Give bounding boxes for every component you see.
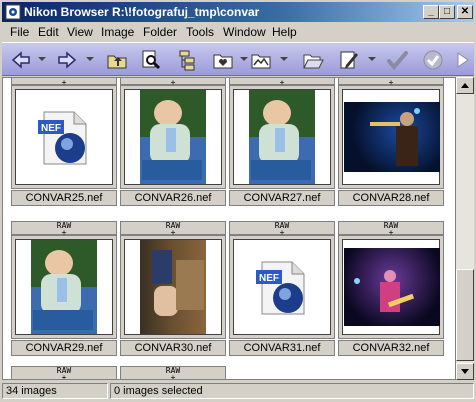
raw-badge: RAW + [120,221,226,237]
thumbnail-grid[interactable]: RAW + NEF CONVAR25.nef RAW + [2,77,456,380]
minimize-button[interactable]: _ [423,5,439,19]
thumbnail-frame[interactable] [120,85,226,189]
forward-icon[interactable] [54,47,80,73]
menu-view[interactable]: View [67,25,93,39]
tree-view-icon[interactable] [174,47,200,73]
raw-badge: RAW + [229,78,335,87]
menu-tools[interactable]: Tools [186,25,214,39]
scroll-down-button[interactable] [456,363,474,380]
check-circle-icon[interactable] [420,47,446,73]
nikon-app-icon [5,4,21,20]
search-icon[interactable] [138,47,164,73]
thumbnail-frame[interactable] [338,235,444,339]
nef-file-icon: NEF [38,111,87,165]
menu-folder[interactable]: Folder [143,25,177,39]
back-icon[interactable] [8,47,34,73]
thumbnail-image-area[interactable] [342,239,440,335]
app-window: Nikon Browser R:\!fotografuj_tmp\convar … [0,0,476,402]
favorites-dropdown-icon[interactable] [240,57,248,61]
raw-badge: RAW + [11,221,117,237]
favorites-folder-icon[interactable] [210,47,236,73]
nef-file-icon: NEF [256,261,305,315]
thumbnail-filename: CONVAR30.nef [120,340,226,356]
thumbnail-frame[interactable] [120,235,226,339]
raw-badge: RAW + [11,366,117,380]
baby-photo [249,90,315,184]
concert-photo [344,248,440,326]
scroll-up-button[interactable] [456,77,474,94]
forward-dropdown-icon[interactable] [86,57,94,61]
thumbnail-filename: CONVAR28.nef [338,190,444,206]
raw-plus: + [170,373,176,380]
thumbnail-frame[interactable]: NEF [229,235,335,339]
thumbnail-image-area[interactable] [15,239,113,335]
menu-help[interactable]: Help [272,25,297,39]
nef-label: NEF [41,123,61,134]
raw-badge: RAW + [338,78,444,87]
thumbnail-image-area[interactable] [124,239,222,335]
scroll-thumb[interactable] [456,269,474,361]
baby-photo [31,240,97,334]
thumbnail-image-area[interactable] [124,89,222,185]
baby-photo [140,90,206,184]
thumbnail-image-area[interactable]: NEF [15,89,113,185]
toolbar [2,42,474,76]
raw-badge: RAW + [11,78,117,87]
window-title: Nikon Browser R:\!fotografuj_tmp\convar [24,5,260,19]
vertical-scrollbar[interactable] [456,77,474,380]
check-icon[interactable] [384,47,410,73]
thumbnail-image-area[interactable] [233,89,331,185]
raw-badge: RAW + [120,366,226,380]
concert-photo [344,102,440,172]
menu-image[interactable]: Image [101,25,134,39]
close-button[interactable]: ✕ [457,5,473,19]
thumbnail-filename: CONVAR25.nef [11,190,117,206]
raw-badge: RAW + [120,78,226,87]
thumbnail-filename: CONVAR26.nef [120,190,226,206]
menu-bar: File Edit View Image Folder Tools Window… [2,23,474,41]
thumbnail-frame[interactable]: NEF [11,85,117,189]
room-photo [140,240,206,334]
slideshow-icon[interactable] [248,47,274,73]
maximize-button[interactable]: □ [439,5,455,19]
status-bar: 34 images 0 images selected [2,382,474,400]
raw-badge: RAW + [229,221,335,237]
edit-dropdown-icon[interactable] [368,57,376,61]
edit-icon[interactable] [336,47,362,73]
thumbnail-filename: CONVAR32.nef [338,340,444,356]
thumbnail-filename: CONVAR31.nef [229,340,335,356]
selection-count: 0 images selected [110,383,474,399]
nef-label: NEF [259,273,279,284]
slideshow-dropdown-icon[interactable] [280,57,288,61]
up-folder-icon[interactable] [104,47,130,73]
thumbnail-filename: CONVAR27.nef [229,190,335,206]
open-folder-icon[interactable] [300,47,326,73]
raw-plus: + [61,373,67,380]
scroll-up-icon [461,83,469,88]
scroll-down-icon [461,369,469,374]
thumbnail-image-area[interactable]: NEF [233,239,331,335]
thumbnail-frame[interactable] [11,235,117,339]
thumbnail-frame[interactable] [229,85,335,189]
thumbnail-filename: CONVAR29.nef [11,340,117,356]
next-icon[interactable] [450,47,476,73]
menu-edit[interactable]: Edit [38,25,59,39]
title-bar[interactable]: Nikon Browser R:\!fotografuj_tmp\convar … [2,2,474,22]
back-dropdown-icon[interactable] [38,57,46,61]
menu-window[interactable]: Window [223,25,266,39]
thumbnail-image-area[interactable] [342,89,440,185]
thumbnail-frame[interactable] [338,85,444,189]
image-count: 34 images [2,383,108,399]
raw-badge: RAW + [338,221,444,237]
menu-file[interactable]: File [10,25,29,39]
